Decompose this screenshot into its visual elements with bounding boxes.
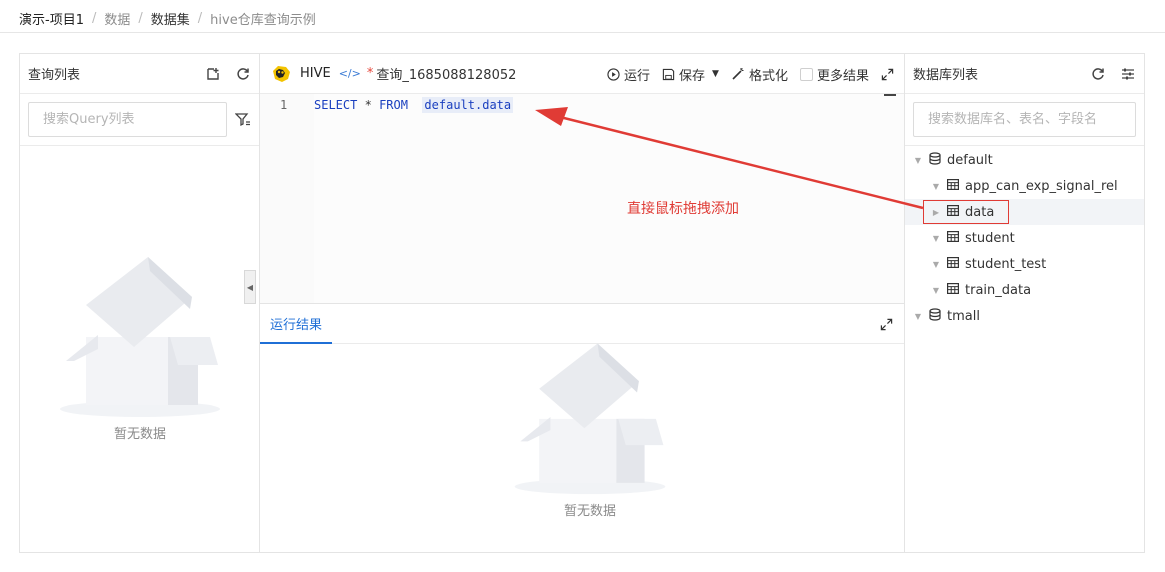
annotation-text: 直接鼠标拖拽添加 <box>627 201 739 217</box>
annotation-arrow <box>535 107 924 210</box>
